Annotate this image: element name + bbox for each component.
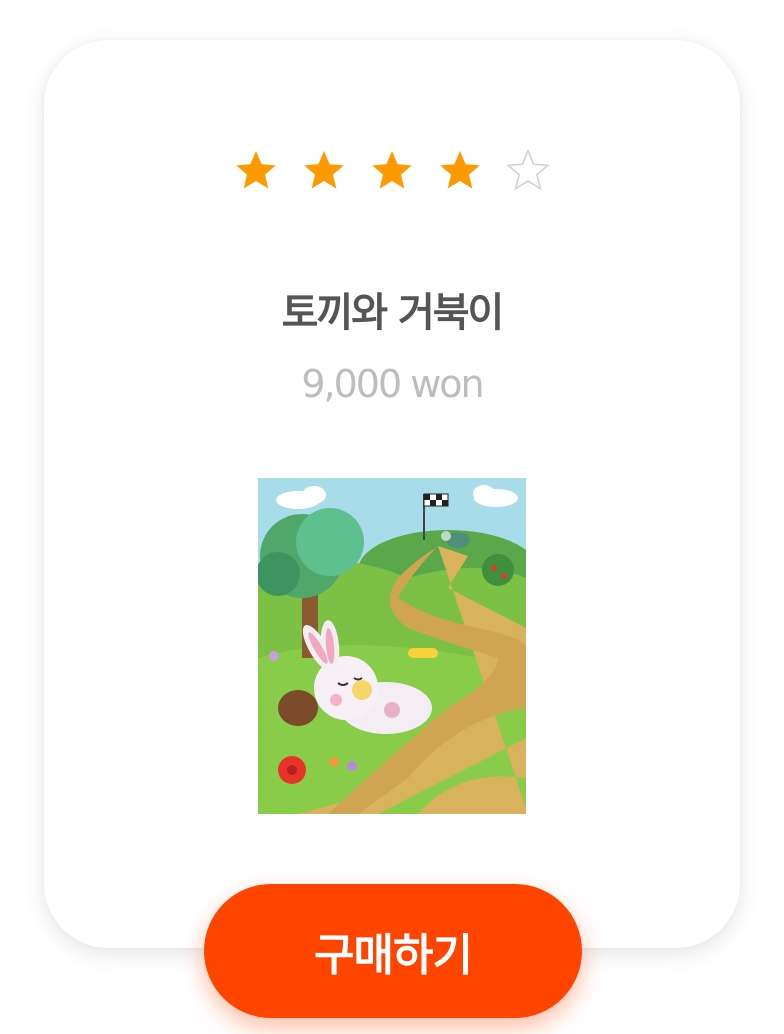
star-rating: [0, 148, 784, 192]
book-price: 9,000 won: [301, 362, 484, 406]
buy-button[interactable]: 구매하기: [204, 884, 582, 1018]
page: 토끼와 거북이 9,000 won 구매하기: [0, 0, 784, 1034]
star-filled-icon: [440, 151, 480, 189]
book-title: 토끼와 거북이: [281, 290, 505, 336]
star-empty-icon: [506, 149, 550, 191]
star-filled-icon: [304, 151, 344, 189]
star-filled-icon: [372, 151, 412, 189]
book-cover-image: [258, 478, 526, 814]
star-filled-icon: [236, 151, 276, 189]
